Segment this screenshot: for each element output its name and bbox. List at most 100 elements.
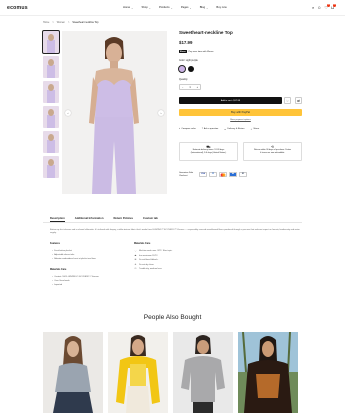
compare-button[interactable]: ⇄ (295, 97, 302, 104)
safe-checkout-label: Guarantee Safe Checkout (179, 172, 194, 177)
product-price: $17.99 (179, 40, 193, 45)
info-boxes: ⛟ Estimate delivery times: 12-26 days (I… (179, 142, 302, 161)
compare-icon: ⇄ (297, 98, 300, 103)
features-title: Features (50, 242, 60, 245)
related-products (43, 332, 298, 413)
heart-icon[interactable]: ♡ 0 (324, 4, 330, 10)
nav-home[interactable]: Home ⌄ (123, 6, 133, 10)
return-info-box: ⟲ Return within 30 days of purchase. Dut… (243, 142, 302, 161)
question-icon: ? (201, 128, 203, 130)
features-list: Front button placket Adjustable sleeve t… (52, 249, 96, 262)
thumbnail[interactable] (43, 156, 59, 178)
care-list: ◡ Machine wash max. 30ºC. Short spin. ⏏ Ir… (134, 249, 173, 272)
next-image-button[interactable]: › (158, 110, 164, 116)
klarna-info: Klarna Pay over time with Klarna (179, 50, 214, 54)
description-text: Button-up shirt sleeves and a relaxed si… (50, 229, 300, 234)
product-card[interactable] (108, 332, 168, 413)
action-share[interactable]: ↗ Share (251, 128, 260, 131)
delivery-info-line: (International), 3-6 days (United States… (190, 152, 227, 154)
safe-checkout: Guarantee Safe Checkout VISA PP AE DC (179, 172, 247, 178)
logo[interactable]: ecomus (7, 5, 28, 11)
breadcrumb-current: Sweetheart neckline Top (72, 21, 99, 24)
product-image (238, 332, 298, 413)
breadcrumb-separator: > (68, 21, 70, 24)
quantity-label: Quantity (179, 79, 188, 81)
model-illustration (62, 31, 167, 194)
product-title: Sweetheart-neckline Top (179, 30, 233, 35)
breadcrumb-category[interactable]: Women (57, 21, 65, 24)
qty-plus-button[interactable]: + (197, 86, 198, 89)
nav-pages[interactable]: Pages ⌄ (181, 6, 192, 10)
diners-card: DC (239, 172, 247, 178)
swatch-light-purple[interactable] (177, 64, 187, 74)
klarna-logo: Klarna (179, 50, 187, 54)
nav-shop[interactable]: Shop ⌄ (141, 6, 151, 10)
visa-card: VISA (199, 172, 207, 178)
compare-icon: ◐ (179, 128, 181, 130)
thumbnail[interactable] (43, 131, 59, 153)
related-title: People Also Bought (143, 314, 202, 321)
thumbnail[interactable] (42, 30, 60, 54)
swatch-black[interactable] (188, 66, 194, 72)
chevron-down-icon: ⌄ (148, 7, 151, 10)
product-image (108, 332, 168, 413)
more-payment-link[interactable]: More payment options (179, 119, 302, 121)
thumbnail[interactable] (43, 106, 59, 128)
color-label: Color: Light purple (179, 60, 198, 62)
product-image (43, 332, 103, 413)
paypal-card: PP (209, 172, 217, 178)
thumbnail[interactable] (43, 81, 59, 103)
breadcrumb-home[interactable]: Home (43, 21, 49, 24)
care-item: ◡ Machine wash max. 30ºC. Short spin. (134, 250, 173, 252)
nav-blog[interactable]: Blog ⌄ (200, 6, 209, 10)
search-icon[interactable]: ⌕ (312, 5, 314, 10)
materials-list: Content: 100% LENZING™ ECOVERO™ Viscose … (52, 275, 99, 288)
wishlist-button[interactable]: ♡ (284, 97, 291, 104)
thumbnail[interactable] (43, 56, 59, 78)
bag-icon[interactable]: ⊔ 0 (331, 4, 337, 10)
heart-icon: ♡ (286, 98, 289, 103)
product-card[interactable] (43, 332, 103, 413)
tumble-icon: ⊡ (134, 268, 137, 270)
care-item: ⊡ Tumble dry, medium hear. (134, 268, 163, 270)
action-delivery-return[interactable]: ▭ Delivery & Return (224, 128, 244, 131)
list-item: Babaton embroidered crest at placket and… (52, 257, 96, 261)
header-icons: ⌕ ☺ ♡ 0 ⊔ 0 (312, 4, 337, 10)
breadcrumb: Home > Women > Sweetheart neckline Top (43, 21, 98, 24)
nav-buy-now[interactable]: Buy now (216, 6, 226, 10)
chevron-down-icon: ⌄ (206, 7, 209, 10)
nav-products[interactable]: Products ⌄ (159, 6, 173, 10)
chevron-left-icon: ‹ (67, 111, 69, 115)
user-icon[interactable]: ☺ (317, 5, 321, 10)
amex-card: AE (229, 172, 237, 178)
wishlist-count: 0 (326, 4, 330, 7)
delivery-icon: ▭ (224, 129, 227, 131)
action-ask-question[interactable]: ? Ask a question (202, 128, 219, 131)
mastercard-card (219, 172, 227, 178)
return-info-line: & taxes are non-refundable. (260, 152, 285, 154)
paypal-button[interactable]: Buy with PayPal (179, 109, 302, 116)
add-to-cart-button[interactable]: Add to cart - $17.99 (179, 97, 282, 104)
product-card[interactable] (238, 332, 298, 413)
main-product-image[interactable] (62, 31, 167, 194)
klarna-text[interactable]: Pay over time with Klarna (189, 51, 214, 53)
main-nav: Home ⌄ Shop ⌄ Products ⌄ Pages ⌄ Blog ⌄ Buy n… (123, 6, 227, 10)
care-title: Materials Care (134, 242, 151, 245)
qty-value[interactable]: 1 (189, 86, 190, 89)
thumbnail-list (42, 30, 60, 178)
product-image (173, 332, 233, 413)
materials-title: Materials Care (50, 268, 67, 271)
quantity-stepper: − 1 + (179, 84, 201, 90)
chevron-right-icon: › (160, 111, 162, 115)
list-item: Imported (52, 283, 99, 287)
prev-image-button[interactable]: ‹ (65, 110, 71, 116)
chevron-down-icon: ⌄ (189, 7, 192, 10)
share-icon: ↗ (250, 129, 253, 131)
qty-minus-button[interactable]: − (182, 86, 183, 89)
product-card[interactable] (173, 332, 233, 413)
action-compare-color[interactable]: ◐ Compare color (179, 128, 196, 131)
breadcrumb-separator: > (52, 21, 54, 24)
color-swatches (177, 64, 194, 74)
chevron-down-icon: ⌄ (170, 7, 173, 10)
product-actions: ◐ Compare color ? Ask a question ▭ Delivery… (179, 128, 259, 131)
